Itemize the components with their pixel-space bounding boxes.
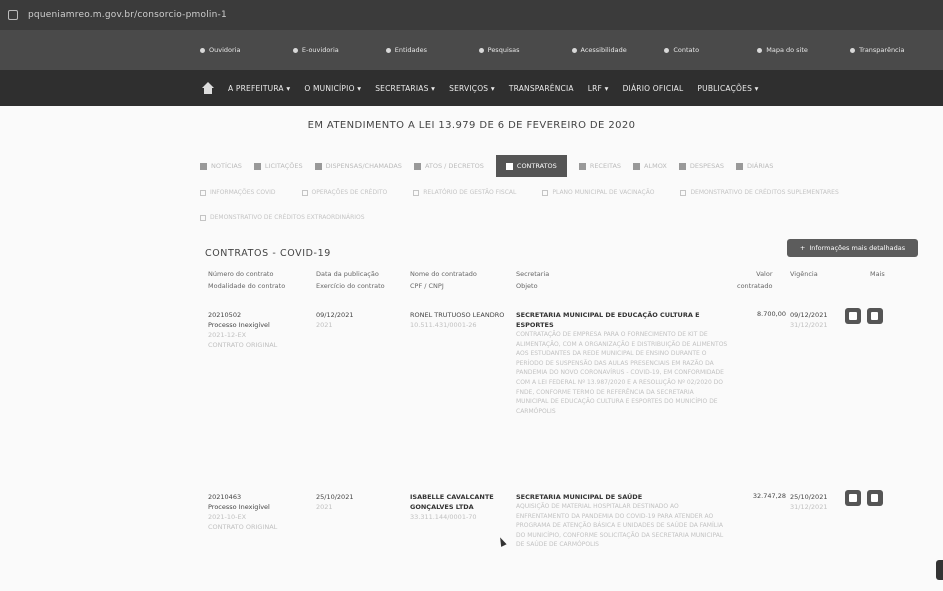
main-navigation: A PREFEITURA ▾ O MUNICÍPIO ▾ SECRETARIAS… (0, 70, 943, 106)
top-link-pesquisas[interactable]: Pesquisas (478, 46, 572, 54)
daily-allowance-icon (735, 162, 743, 170)
sitemap-icon (757, 47, 763, 53)
row1-view-button[interactable] (845, 308, 861, 324)
transparency-icon (850, 47, 856, 53)
col-header-vigencia: Vigência (790, 270, 818, 278)
more-info-button[interactable]: + Informações mais detalhadas (787, 239, 918, 257)
row1-valor: 8.700,00 (757, 310, 786, 318)
top-link-acessibilidade[interactable]: Acessibilidade (571, 46, 665, 54)
row2-data: 25/10/2021 2021 (316, 493, 354, 511)
ouvidoria-icon (200, 47, 205, 53)
law-notice-heading: EM ATENDIMENTO A LEI 13.979 DE 6 DE FEVE… (307, 120, 636, 131)
browser-address-bar[interactable]: pqueniamreo.m.gov.br/consorcio-pmolin-1 (0, 0, 943, 30)
news-icon (200, 162, 207, 170)
secondary-links: INFORMAÇÕES COVID OPERAÇÕES DE CRÉDITO R… (200, 189, 900, 221)
link-informacoes-covid[interactable]: INFORMAÇÕES COVID (200, 189, 276, 196)
revenue-icon (578, 162, 586, 170)
col-header-nome: Nome do contratado CPF / CNPJ (410, 270, 477, 290)
content-tabs: NOTÍCIAS LICITAÇÕES DISPENSAS/CHAMADAS A… (200, 155, 920, 177)
tab-licitacoes[interactable]: LICITAÇÕES (253, 155, 303, 177)
col-header-secretaria: Secretaria Objeto (516, 270, 550, 290)
nav-item-publicacoes[interactable]: PUBLICAÇÕES ▾ (697, 84, 758, 93)
checkbox-icon (301, 189, 308, 196)
scrollbar-edge[interactable] (936, 560, 943, 580)
document-icon (871, 494, 878, 502)
tab-receitas[interactable]: RECEITAS (578, 155, 621, 177)
top-link-mapa-do-site[interactable]: Mapa do site (757, 46, 850, 54)
view-icon (849, 312, 857, 320)
row2-document-button[interactable] (867, 490, 883, 506)
nav-item-secretarias[interactable]: SECRETARIAS ▾ (375, 84, 435, 93)
entidades-icon (385, 47, 391, 53)
plus-icon: + (799, 244, 806, 252)
tab-diarias[interactable]: DIÁRIAS (735, 155, 773, 177)
expense-icon (678, 162, 686, 170)
link-operacoes-credito[interactable]: OPERAÇÕES DE CRÉDITO (301, 189, 387, 196)
col-header-valor: Valor contratado (737, 270, 773, 290)
nav-item-prefeitura[interactable]: A PREFEITURA ▾ (228, 84, 290, 93)
row2-secretaria-objeto: SECRETARIA MUNICIPAL DE SAÚDE AQUISIÇÃO … (516, 493, 724, 549)
lock-icon (8, 10, 18, 20)
top-link-entidades[interactable]: Entidades (385, 46, 479, 54)
checkbox-icon (200, 189, 206, 196)
nav-item-lrf[interactable]: LRF ▾ (588, 84, 609, 93)
tab-atos-decretos[interactable]: ATOS / DECRETOS (413, 155, 484, 177)
nav-item-municipio[interactable]: O MUNICÍPIO ▾ (304, 84, 361, 93)
top-link-e-ouvidoria[interactable]: E-ouvidoria (292, 46, 386, 54)
mouse-pointer-icon (497, 536, 507, 547)
nav-item-transparencia[interactable]: TRANSPARÊNCIA (509, 84, 574, 93)
row1-secretaria-objeto: SECRETARIA MUNICIPAL DE EDUCAÇÃO CULTURA… (516, 311, 728, 415)
row1-data: 09/12/2021 2021 (316, 311, 354, 329)
document-icon (871, 312, 878, 320)
col-header-mais: Mais (870, 270, 885, 278)
bidding-icon (253, 162, 261, 170)
top-link-transparencia[interactable]: Transparência (850, 46, 943, 54)
col-header-numero: Número do contrato Modalidade do contrato (208, 270, 286, 290)
e-ouvidoria-icon (292, 47, 298, 53)
link-creditos-extraordinarios[interactable]: DEMONSTRATIVO DE CRÉDITOS EXTRAORDINÁRIO… (200, 214, 365, 221)
contract-icon (505, 162, 513, 170)
decree-icon (413, 162, 421, 170)
top-link-contato[interactable]: Contato (664, 46, 757, 54)
row2-nome: ISABELLE CAVALCANTE GONÇALVES LTDA 33.31… (410, 493, 494, 521)
tab-despesas[interactable]: DESPESAS (678, 155, 724, 177)
home-icon[interactable] (200, 82, 216, 94)
tab-contratos[interactable]: CONTRATOS (495, 155, 567, 177)
row1-vigencia: 09/12/2021 31/12/2021 (790, 311, 828, 329)
top-utility-bar: Ouvidoria E-ouvidoria Entidades Pesquisa… (0, 30, 943, 70)
nav-item-diario-oficial[interactable]: DIÁRIO OFICIAL (623, 84, 684, 93)
row1-document-button[interactable] (867, 308, 883, 324)
browser-url[interactable]: pqueniamreo.m.gov.br/consorcio-pmolin-1 (28, 10, 227, 20)
row2-vigencia: 25/10/2021 31/12/2021 (790, 493, 828, 511)
tab-almox[interactable]: ALMOX (633, 155, 667, 177)
search-icon (478, 47, 484, 53)
view-icon (849, 494, 857, 502)
checkbox-icon (680, 189, 687, 196)
row2-valor: 32.747,28 (752, 492, 786, 500)
link-creditos-suplementares[interactable]: DEMONSTRATIVO DE CRÉDITOS SUPLEMENTARES (680, 189, 839, 196)
waiver-icon (314, 162, 322, 170)
link-plano-vacinacao[interactable]: PLANO MUNICIPAL DE VACINAÇÃO (542, 189, 654, 196)
tab-noticias[interactable]: NOTÍCIAS (200, 155, 242, 177)
nav-item-servicos[interactable]: SERVIÇOS ▾ (449, 84, 495, 93)
tab-dispensas[interactable]: DISPENSAS/CHAMADAS (314, 155, 402, 177)
link-relatorio-gestao-fiscal[interactable]: RELATÓRIO DE GESTÃO FISCAL (413, 189, 516, 196)
row2-numero: 20210463 Processo Inexigível 2021-10-EX … (208, 493, 278, 531)
top-link-ouvidoria[interactable]: Ouvidoria (200, 46, 293, 54)
checkbox-icon (542, 189, 549, 196)
warehouse-icon (633, 162, 641, 170)
row1-nome: RONEL TRUTUOSO LEANDRO 10.511.431/0001-2… (410, 311, 505, 329)
col-header-data: Data da publicação Exercício do contrato (316, 270, 385, 290)
section-title: CONTRATOS - COVID-19 (205, 248, 331, 259)
row2-view-button[interactable] (845, 490, 861, 506)
accessibility-icon (571, 47, 577, 53)
row1-numero: 20210502 Processo Inexigível 2021-12-EX … (208, 311, 278, 349)
checkbox-icon (413, 189, 420, 196)
contact-icon (664, 47, 670, 53)
checkbox-icon (200, 214, 206, 221)
